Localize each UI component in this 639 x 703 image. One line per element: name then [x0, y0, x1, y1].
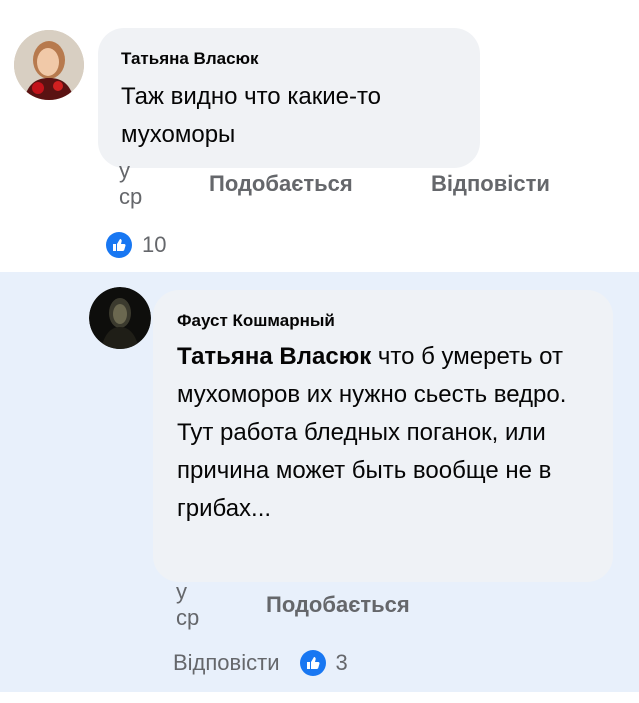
- comment-item-highlighted: Фауст Кошмарный Татьяна Власюк что б уме…: [0, 272, 639, 692]
- comment-text: Татьяна Власюк что б умереть от мухоморо…: [177, 338, 607, 528]
- avatar-photo-icon: [14, 30, 84, 100]
- comment-time[interactable]: у ср: [176, 579, 199, 631]
- avatar[interactable]: [14, 30, 84, 100]
- like-button[interactable]: Подобається: [266, 592, 410, 618]
- avatar-dark-icon: [89, 287, 151, 349]
- comment-author[interactable]: Фауст Кошмарный: [177, 311, 335, 331]
- comment-text-part: Тут работа бледных поганок, или причина …: [177, 419, 552, 522]
- reaction-count: 10: [142, 232, 167, 257]
- reaction-summary[interactable]: 10: [106, 232, 166, 258]
- reply-button[interactable]: Відповісти: [431, 171, 550, 197]
- comment-bubble: Татьяна Власюк Таж видно что какие-то му…: [98, 28, 480, 168]
- avatar[interactable]: [89, 287, 151, 349]
- reaction-count[interactable]: 3: [336, 650, 348, 676]
- like-button[interactable]: Подобається: [209, 171, 353, 197]
- mention-link[interactable]: Татьяна Власюк: [177, 343, 371, 370]
- comment-bubble: Фауст Кошмарный Татьяна Власюк что б уме…: [153, 290, 613, 582]
- comment-item: Татьяна Власюк Таж видно что какие-то му…: [0, 0, 639, 272]
- reply-button[interactable]: Відповісти: [173, 650, 280, 676]
- comment-text: Таж видно что какие-то мухоморы: [121, 83, 382, 148]
- comment-time[interactable]: у ср: [119, 158, 142, 210]
- thumbs-up-icon[interactable]: [299, 650, 326, 676]
- thumbs-up-icon: [106, 232, 132, 258]
- comment-actions-secondary: Відповісти 3: [173, 650, 348, 676]
- comment-author[interactable]: Татьяна Власюк: [121, 49, 259, 69]
